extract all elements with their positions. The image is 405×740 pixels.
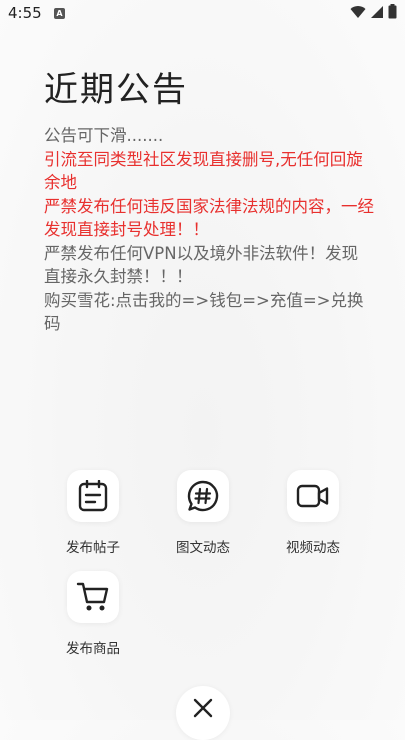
publish-product-tile[interactable] (67, 571, 119, 623)
post-topic-button[interactable]: 发布帖子 (43, 470, 143, 556)
notice-line: 公告可下滑....... (44, 126, 164, 145)
publish-product-label: 发布商品 (66, 641, 120, 657)
notice-line: 购买雪花:点击我的=>钱包=>充值=>兑换码 (44, 290, 364, 334)
status-time: 4:55 (8, 4, 42, 22)
video-post-button[interactable]: 视频动态 (263, 470, 363, 556)
status-bar: 4:55 A (0, 0, 405, 30)
post-topic-tile[interactable] (67, 470, 119, 522)
image-text-post-button[interactable]: 图文动态 (153, 470, 253, 556)
page-title: 近期公告 (44, 70, 188, 110)
signal-icon (371, 5, 383, 18)
hash-chat-icon (187, 480, 219, 512)
announcement-text[interactable]: 公告可下滑....... 引流至同类型社区发现直接删号,无任何回旋余地 严禁发布… (44, 124, 374, 336)
wifi-icon (350, 5, 366, 18)
image-text-post-tile[interactable] (177, 470, 229, 522)
clipboard-icon (78, 480, 108, 512)
status-indicators (350, 4, 397, 19)
notice-line: 严禁发布任何VPN以及境外非法软件！发现直接永久封禁！！！ (44, 243, 359, 287)
notice-line: 引流至同类型社区发现直接删号,无任何回旋余地 (44, 149, 363, 193)
battery-icon (388, 4, 397, 19)
close-button[interactable] (176, 686, 230, 740)
close-icon (193, 698, 213, 718)
video-camera-icon (296, 484, 329, 508)
notification-app-icon: A (54, 8, 65, 19)
video-post-tile[interactable] (287, 470, 339, 522)
cart-icon (76, 582, 109, 611)
post-topic-label: 发布帖子 (66, 540, 120, 556)
video-post-label: 视频动态 (286, 540, 340, 556)
notice-line: 严禁发布任何违反国家法律法规的内容，一经发现直接封号处理！！ (44, 196, 374, 240)
image-text-post-label: 图文动态 (176, 540, 230, 556)
publish-product-button[interactable]: 发布商品 (43, 571, 143, 657)
